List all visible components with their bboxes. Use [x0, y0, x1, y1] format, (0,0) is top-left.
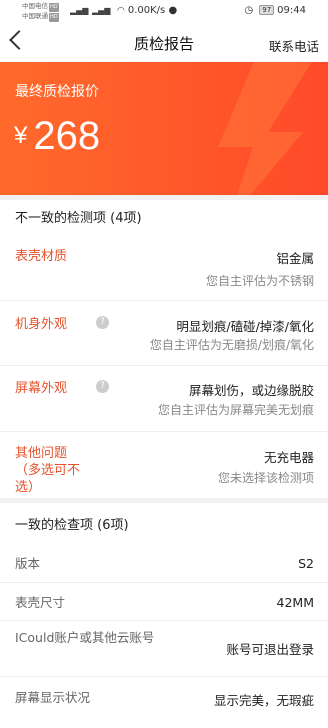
lightning-decor-icon: [218, 62, 312, 195]
carrier-2: 中国联通: [22, 12, 48, 20]
list-item: ICould账户或其他云账号 账号可退出登录: [0, 620, 328, 677]
currency-symbol: ¥: [14, 122, 28, 149]
list-item: 版本 S2: [0, 543, 328, 583]
final-price-label: 最终质检报价: [15, 84, 99, 100]
item-self-assessment: 您自主评估为不锈钢: [205, 274, 314, 288]
item-label: 机身外观: [15, 317, 68, 332]
status-bar: 中国电信 HD 中国联通 HD ▂▄▆ ▂▄▆ ◠ 0.00K/s ● ◷ 97 09:4…: [0, 0, 328, 24]
carrier-info: 中国电信 HD 中国联通 HD: [22, 2, 59, 22]
consistent-section: 一致的检查项 (6项) 版本 S2 表壳尺寸 42MM ICould账户或其他云…: [0, 503, 328, 728]
nav-bar: 质检报告 联系电话: [0, 24, 328, 62]
battery-icon: 97: [259, 5, 275, 15]
section-title: 一致的检查项 (6项): [15, 518, 129, 533]
help-question-icon[interactable]: ?: [96, 316, 109, 329]
hd-badge: HD: [49, 13, 59, 22]
item-label: 版本: [15, 556, 41, 571]
item-label-note: （多选可不选）: [15, 463, 81, 495]
list-item: 表壳尺寸 42MM: [0, 582, 328, 621]
inconsistent-section: 不一致的检测项 (4项) 表壳材质 铝金属 您自主评估为不锈钢 机身外观 ? 明…: [0, 200, 328, 498]
list-item: 其他问题 （多选可不选） 无充电器 您未选择该检测项: [0, 431, 328, 498]
status-right: ◷ 97 09:44: [245, 5, 306, 16]
alarm-icon: ◷: [244, 5, 254, 16]
item-value: 明显划痕/磕碰/掉漆/氧化: [176, 319, 314, 334]
help-question-icon[interactable]: ?: [96, 380, 109, 393]
item-self-assessment: 您自主评估为屏幕完美无划痕: [157, 403, 314, 417]
network-speed: ◠ 0.00K/s ●: [117, 5, 177, 16]
speed-text: 0.00K/s: [127, 5, 166, 16]
item-value: 铝金属: [276, 251, 314, 266]
item-value: 账号可退出登录: [226, 642, 314, 657]
signal-icon: ▂▄▆: [92, 6, 111, 15]
price-banner: 最终质检报价 ¥268: [0, 62, 328, 195]
item-label: 表壳尺寸: [15, 595, 66, 610]
item-label-text: 其他问题: [15, 446, 68, 461]
list-item: 表壳材质 铝金属 您自主评估为不锈钢: [0, 232, 328, 301]
item-value: 42MM: [276, 595, 314, 610]
item-label: 表壳材质: [15, 249, 68, 264]
item-value: 屏幕划伤，或边缘脱胶: [188, 383, 314, 398]
item-label: ICould账户或其他云账号: [15, 630, 155, 645]
item-value: 无充电器: [263, 450, 314, 465]
item-value: 显示完美，无瑕疵: [213, 693, 314, 708]
list-item: 屏幕外观 ? 屏幕划伤，或边缘脱胶 您自主评估为屏幕完美无划痕: [0, 365, 328, 432]
final-price: ¥268: [14, 114, 100, 159]
list-item: 机身外观 ? 明显划痕/磕碰/掉漆/氧化 您自主评估为无磨损/划痕/氧化: [0, 300, 328, 366]
list-item: 屏幕显示状况 显示完美，无瑕疵: [0, 676, 328, 728]
contact-phone-link[interactable]: 联系电话: [269, 36, 319, 55]
item-self-assessment: 您未选择该检测项: [217, 471, 314, 485]
section-title: 不一致的检测项 (4项): [15, 211, 142, 226]
item-label: 屏幕显示状况: [15, 690, 91, 705]
item-value: S2: [298, 556, 314, 571]
hd-badge: HD: [49, 3, 59, 12]
price-value: 268: [33, 114, 101, 158]
message-icon: ●: [168, 5, 178, 16]
item-label: 其他问题 （多选可不选）: [15, 445, 95, 496]
carrier-1: 中国电信: [22, 2, 48, 10]
clock: 09:44: [277, 5, 306, 16]
item-self-assessment: 您自主评估为无磨损/划痕/氧化: [149, 338, 314, 352]
wifi-icon: ◠: [117, 6, 125, 16]
item-label: 屏幕外观: [15, 381, 68, 396]
signal-icon: ▂▄▆: [70, 6, 89, 15]
